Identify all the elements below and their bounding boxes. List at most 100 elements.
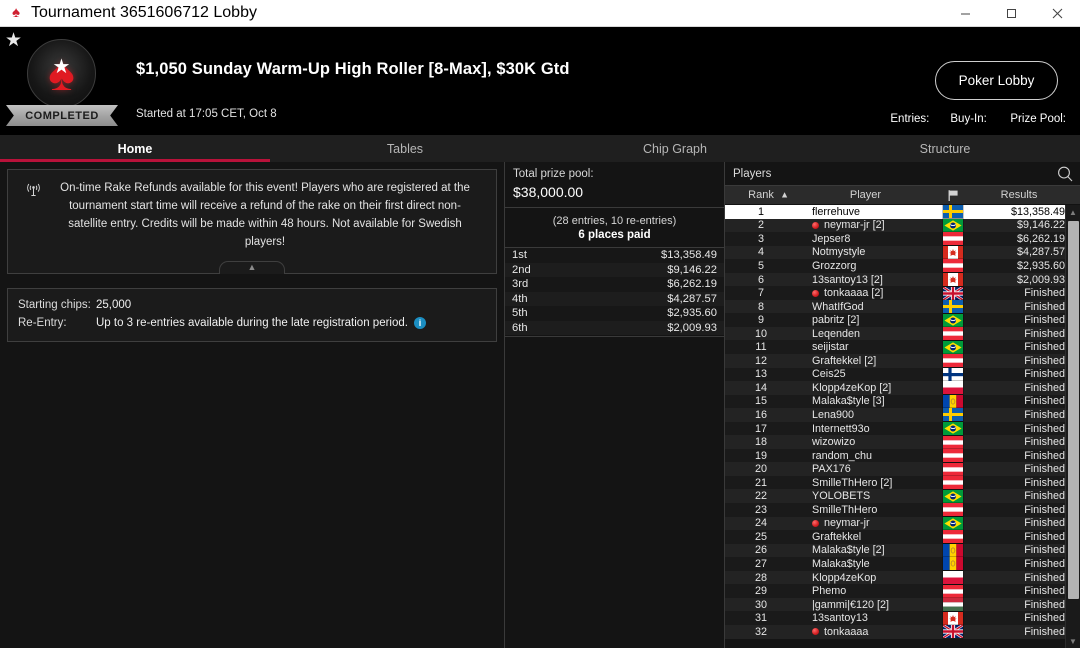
window-title: Tournament 3651606712 Lobby bbox=[31, 4, 257, 21]
player-country-flag bbox=[934, 571, 972, 585]
player-name-cell: random_chu bbox=[797, 450, 934, 462]
poker-lobby-button[interactable]: Poker Lobby bbox=[935, 61, 1058, 100]
flag-at-icon bbox=[943, 354, 963, 368]
payout-place: 4th bbox=[512, 292, 528, 305]
table-row[interactable]: 20 PAX176 Finished bbox=[725, 462, 1080, 476]
player-name-cell: YOLOBETS bbox=[797, 490, 934, 502]
table-row[interactable]: 24 neymar-jr Finished bbox=[725, 516, 1080, 531]
player-marker-icon bbox=[812, 628, 819, 636]
announcement-collapse-handle[interactable]: ▲ bbox=[219, 261, 285, 274]
player-marker-icon bbox=[812, 289, 819, 297]
flag-at-icon bbox=[943, 327, 963, 341]
flag-br-icon bbox=[943, 313, 963, 327]
players-scrollbar[interactable]: ▲ ▼ bbox=[1065, 205, 1080, 648]
player-country-flag bbox=[934, 300, 972, 314]
column-header-player[interactable]: Player bbox=[797, 189, 934, 201]
table-row[interactable]: 29 Phemo Finished bbox=[725, 584, 1080, 598]
table-row[interactable]: 13 Ceis25 Finished bbox=[725, 367, 1080, 382]
table-row[interactable]: 22 YOLOBETS Finished bbox=[725, 489, 1080, 504]
player-name: random_chu bbox=[812, 449, 873, 462]
table-row[interactable]: 21 SmilleThHero [2] Finished bbox=[725, 475, 1080, 490]
table-row[interactable]: 23 SmilleThHero Finished bbox=[725, 503, 1080, 517]
info-icon[interactable]: i bbox=[413, 317, 426, 329]
flag-hu-icon bbox=[943, 598, 963, 612]
flag-br-icon bbox=[943, 218, 963, 232]
player-rank: 15 bbox=[754, 395, 767, 408]
payout-row: 6th $2,009.93 bbox=[505, 320, 724, 335]
favorite-star-icon[interactable]: ★ bbox=[5, 31, 22, 50]
player-country-flag bbox=[934, 232, 972, 246]
table-row[interactable]: 1 flerrehuve $13,358.49 bbox=[725, 205, 1080, 219]
table-row[interactable]: 16 Lena900 Finished bbox=[725, 408, 1080, 422]
table-row[interactable]: 32 tonkaaaa Finished bbox=[725, 624, 1080, 639]
tab-structure[interactable]: Structure bbox=[810, 135, 1080, 162]
player-name-cell: neymar-jr bbox=[797, 517, 934, 529]
table-row[interactable]: 6 13santoy13 [2] $2,009.93 bbox=[725, 272, 1080, 287]
table-row[interactable]: 4 Notmystyle $4,287.57 bbox=[725, 245, 1080, 260]
close-icon bbox=[1052, 8, 1062, 18]
table-row[interactable]: 12 Graftekkel [2] Finished bbox=[725, 354, 1080, 368]
player-result: Finished bbox=[1024, 300, 1065, 313]
starting-chips-label: Starting chips: bbox=[18, 299, 91, 311]
player-name: WhatIfGod bbox=[812, 300, 864, 313]
scrollbar-thumb[interactable] bbox=[1068, 221, 1079, 599]
search-icon[interactable] bbox=[1056, 165, 1074, 183]
table-row[interactable]: 8 WhatIfGod Finished bbox=[725, 299, 1080, 314]
maximize-icon bbox=[1006, 8, 1016, 18]
table-row[interactable]: 14 Klopp4zeKop [2] Finished bbox=[725, 381, 1080, 395]
table-row[interactable]: 18 wizowizo Finished bbox=[725, 435, 1080, 449]
table-row[interactable]: 5 Grozzorg $2,935.60 bbox=[725, 259, 1080, 273]
player-result: Finished bbox=[1024, 422, 1065, 435]
player-result: Finished bbox=[1024, 436, 1065, 449]
table-row[interactable]: 2 neymar-jr [2] $9,146.22 bbox=[725, 218, 1080, 233]
players-list-scroll-area: 1 flerrehuve $13,358.49 2 neymar-jr [2] $9,… bbox=[725, 205, 1080, 648]
minimize-button[interactable] bbox=[942, 0, 988, 27]
table-row[interactable]: 25 Graftekkel Finished bbox=[725, 530, 1080, 544]
player-name: Klopp4zeKop [2] bbox=[812, 381, 892, 394]
tab-chip-graph[interactable]: Chip Graph bbox=[540, 135, 810, 162]
table-row[interactable]: 7 tonkaaaa [2] Finished bbox=[725, 286, 1080, 300]
player-result: $6,262.19 bbox=[1016, 232, 1065, 245]
maximize-button[interactable] bbox=[988, 0, 1034, 27]
tab-home[interactable]: Home bbox=[0, 135, 270, 162]
table-row[interactable]: 10 Leqenden Finished bbox=[725, 326, 1080, 341]
flag-se-icon bbox=[943, 408, 963, 422]
table-row[interactable]: 17 Internett93o Finished bbox=[725, 421, 1080, 436]
table-row[interactable]: 27 Malaka$tyle Finished bbox=[725, 557, 1080, 571]
player-rank: 22 bbox=[754, 490, 767, 503]
player-result: Finished bbox=[1024, 368, 1065, 381]
scroll-up-button[interactable]: ▲ bbox=[1066, 205, 1080, 219]
column-header-rank[interactable]: Rank ▲ bbox=[725, 189, 797, 201]
table-row[interactable]: 31 13santoy13 Finished bbox=[725, 611, 1080, 625]
table-row[interactable]: 30 |gammi|€120 [2] Finished bbox=[725, 597, 1080, 612]
flag-at-icon bbox=[943, 462, 963, 476]
player-name: Graftekkel bbox=[812, 530, 862, 543]
tab-tables[interactable]: Tables bbox=[270, 135, 540, 162]
table-row[interactable]: 9 pabritz [2] Finished bbox=[725, 313, 1080, 327]
player-rank: 29 bbox=[754, 585, 767, 598]
player-result: $13,358.49 bbox=[1010, 205, 1065, 218]
table-row[interactable]: 15 Malaka$tyle [3] Finished bbox=[725, 394, 1080, 409]
player-name: SmilleThHero bbox=[812, 503, 878, 516]
scroll-down-button[interactable]: ▼ bbox=[1066, 634, 1080, 648]
table-row[interactable]: 11 seijistar Finished bbox=[725, 340, 1080, 355]
table-row[interactable]: 3 Jepser8 $6,262.19 bbox=[725, 232, 1080, 246]
table-row[interactable]: 19 random_chu Finished bbox=[725, 448, 1080, 463]
payout-amount: $6,262.19 bbox=[667, 278, 717, 291]
player-name-cell: Phemo bbox=[797, 585, 934, 597]
player-rank: 6 bbox=[757, 273, 764, 286]
column-header-flag[interactable] bbox=[934, 189, 972, 202]
player-country-flag bbox=[934, 273, 972, 286]
table-row[interactable]: 28 Klopp4zeKop Finished bbox=[725, 570, 1080, 585]
player-rank: 21 bbox=[754, 476, 767, 489]
flag-gb-icon bbox=[943, 286, 963, 300]
column-header-results[interactable]: Results bbox=[972, 189, 1080, 201]
player-rank: 16 bbox=[754, 408, 767, 421]
close-button[interactable] bbox=[1034, 0, 1080, 27]
window-controls bbox=[942, 0, 1080, 27]
player-country-flag bbox=[934, 584, 972, 598]
player-rank: 25 bbox=[754, 530, 767, 543]
table-row[interactable]: 26 Malaka$tyle [2] Finished bbox=[725, 543, 1080, 558]
player-marker-icon bbox=[812, 519, 819, 527]
player-name: Phemo bbox=[812, 585, 847, 598]
